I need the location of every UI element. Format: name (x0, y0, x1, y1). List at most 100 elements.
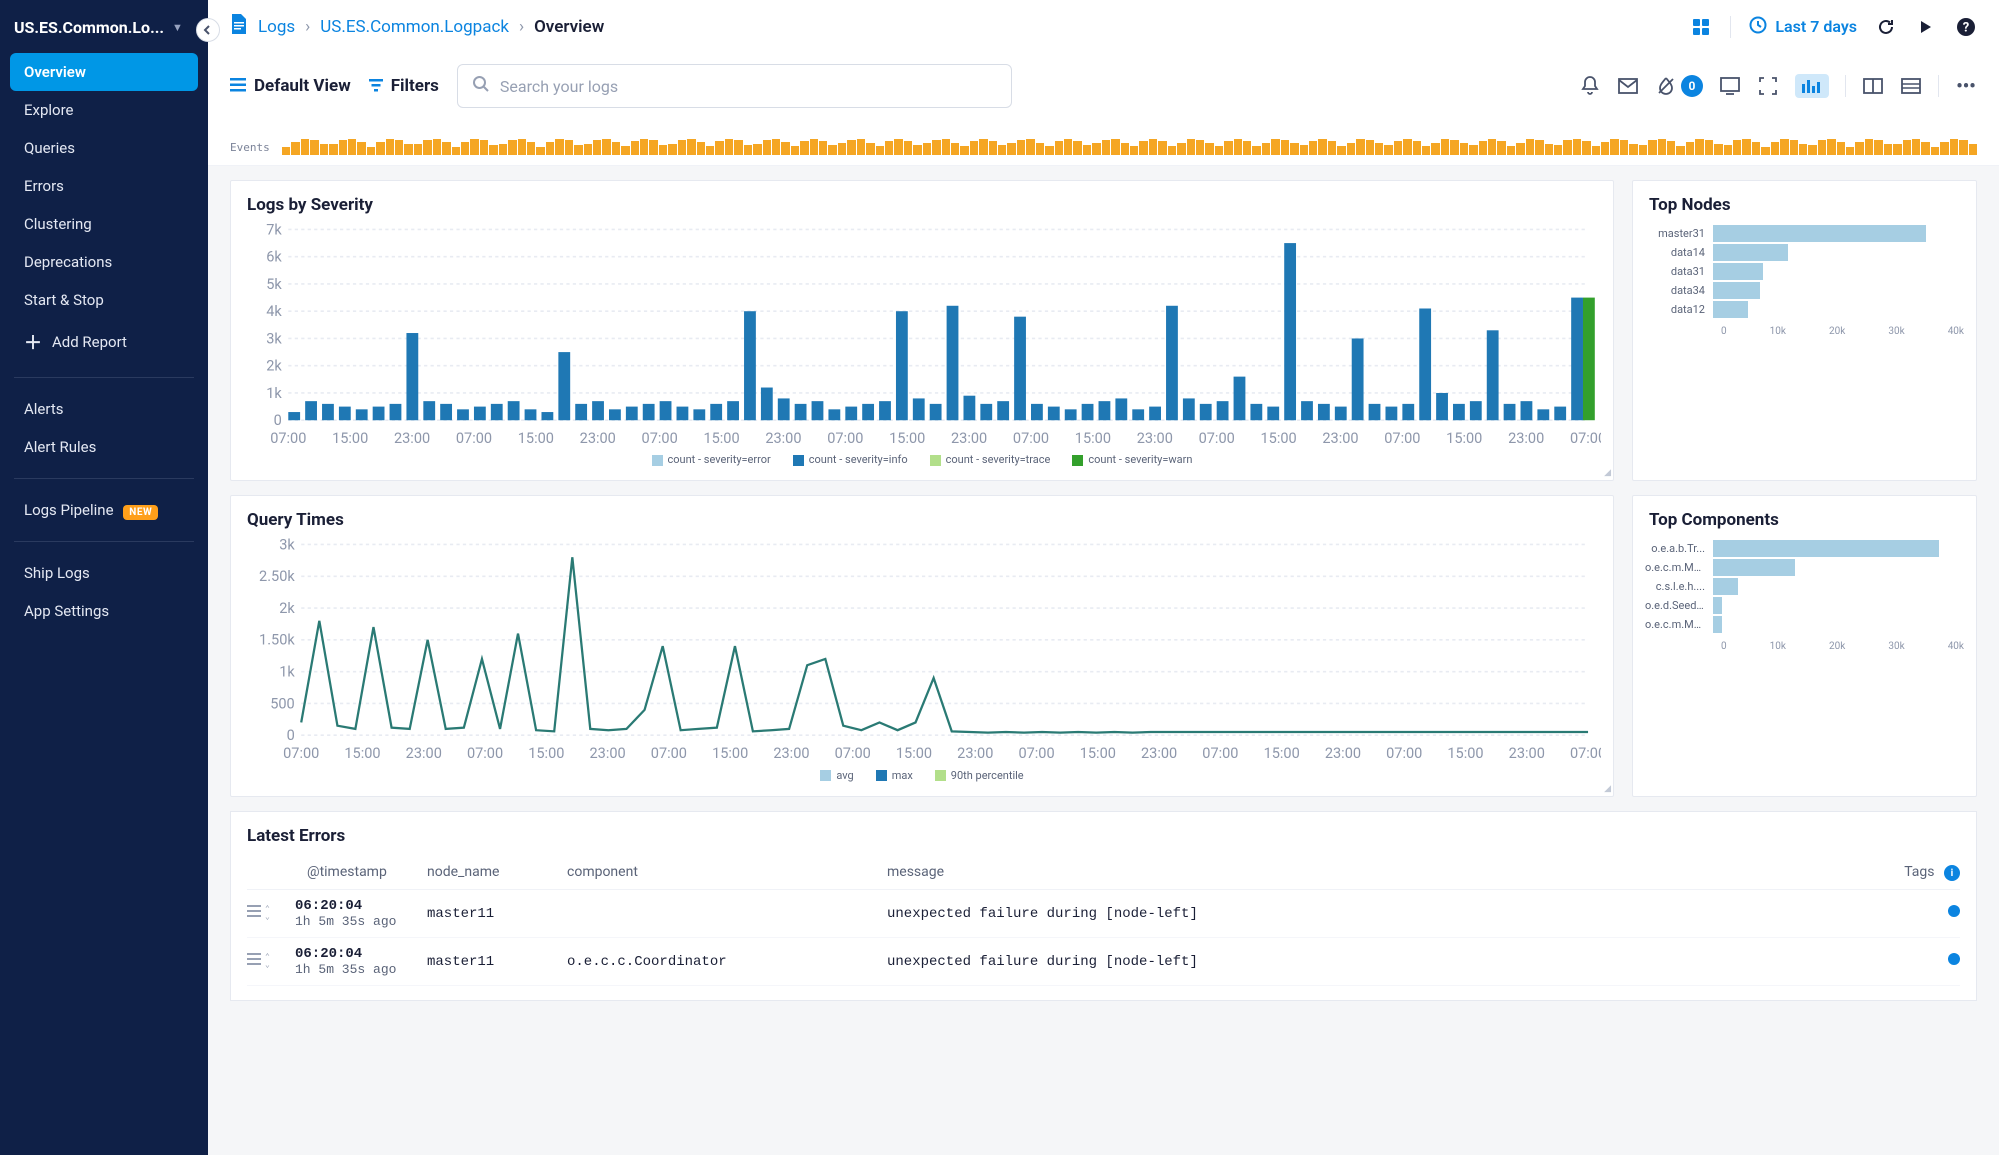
events-label: Events (230, 141, 274, 154)
hbar-bar (1713, 616, 1722, 633)
expand-icon[interactable]: ⌃⌄ (265, 954, 270, 970)
query-times-panel: Query Times 05001k1.50k2k2.50k3k07:0015:… (230, 495, 1614, 796)
svg-text:23:00: 23:00 (1509, 745, 1545, 762)
hbar-row[interactable]: o.e.a.b.Tr... (1645, 540, 1964, 557)
time-range-picker[interactable]: Last 7 days (1749, 16, 1857, 38)
split-view-icon[interactable] (1862, 75, 1884, 97)
hbar-label: data34 (1645, 284, 1713, 297)
resize-handle[interactable]: ◢ (1604, 784, 1611, 794)
hbar-row[interactable]: o.e.d.Seed... (1645, 597, 1964, 614)
sidebar-item-alerts[interactable]: Alerts (10, 390, 198, 428)
svg-text:23:00: 23:00 (590, 745, 626, 762)
sidebar-item-app-settings[interactable]: App Settings (10, 592, 198, 630)
hbar-row[interactable]: data12 (1645, 301, 1964, 318)
refresh-button[interactable] (1875, 16, 1897, 38)
svg-text:15:00: 15:00 (703, 430, 739, 447)
sidebar-item-ship-logs[interactable]: Ship Logs (10, 554, 198, 592)
tag-dot[interactable] (1948, 953, 1960, 965)
view-selector[interactable]: Default View (230, 76, 351, 96)
help-button[interactable]: ? (1955, 16, 1977, 38)
svg-text:23:00: 23:00 (773, 745, 809, 762)
hbar-bar (1713, 225, 1926, 242)
mail-icon[interactable] (1617, 75, 1639, 97)
svg-text:2.50k: 2.50k (259, 568, 295, 585)
table-row[interactable]: ⌃⌄ 06:20:04 1h 5m 35s ago master11 unexp… (247, 890, 1960, 938)
sidebar-item-errors[interactable]: Errors (10, 167, 198, 205)
svg-text:23:00: 23:00 (1508, 430, 1544, 447)
play-button[interactable] (1915, 16, 1937, 38)
hbar-row[interactable]: data14 (1645, 244, 1964, 261)
top-nodes-chart[interactable]: master31data14data31data34data12010k20k3… (1633, 217, 1976, 347)
drop-icon[interactable] (1655, 75, 1677, 97)
hbar-bar (1713, 597, 1722, 614)
info-icon[interactable]: i (1944, 865, 1960, 881)
add-report-button[interactable]: ＋ Add Report (10, 319, 198, 365)
table-row[interactable]: ⌃⌄ 06:20:04 1h 5m 35s ago master11 o.e.c… (247, 938, 1960, 986)
search-input[interactable]: Search your logs (457, 64, 1012, 108)
hbar-bar (1713, 282, 1760, 299)
resize-handle[interactable]: ◢ (1604, 468, 1611, 478)
svg-text:23:00: 23:00 (406, 745, 442, 762)
new-badge: NEW (123, 505, 158, 520)
sidebar-item-queries[interactable]: Queries (10, 129, 198, 167)
hbar-bar (1713, 540, 1939, 557)
svg-text:23:00: 23:00 (1325, 745, 1361, 762)
svg-text:1k: 1k (279, 664, 295, 681)
bell-icon[interactable] (1579, 75, 1601, 97)
svg-text:07:00: 07:00 (456, 430, 492, 447)
sidebar-item-overview[interactable]: Overview (10, 53, 198, 91)
bar-view-toggle[interactable] (1795, 74, 1829, 98)
breadcrumb-logpack[interactable]: US.ES.Common.Logpack (320, 17, 509, 37)
space-selector[interactable]: US.ES.Common.Lo... ▼ (10, 10, 198, 53)
svg-text:6k: 6k (266, 249, 282, 266)
col-node[interactable]: node_name (427, 864, 567, 882)
apps-grid-icon[interactable] (1690, 16, 1712, 38)
cell-tags (1900, 905, 1960, 922)
col-timestamp[interactable]: @timestamp (247, 864, 427, 882)
chart-legend: count - severity=errorcount - severity=i… (243, 449, 1601, 470)
fullscreen-icon[interactable] (1757, 75, 1779, 97)
col-component[interactable]: component (567, 864, 887, 882)
cell-message: unexpected failure during [node-left] (887, 906, 1900, 922)
menu-icon[interactable] (247, 953, 261, 970)
sidebar-item-alert-rules[interactable]: Alert Rules (10, 428, 198, 466)
hbar-row[interactable]: master31 (1645, 225, 1964, 242)
filters-button[interactable]: Filters (369, 76, 439, 96)
hbar-row[interactable]: data31 (1645, 263, 1964, 280)
breadcrumb-logs[interactable]: Logs (258, 17, 295, 37)
expand-icon[interactable]: ⌃⌄ (265, 906, 270, 922)
errors-table-header: @timestamp node_name component message T… (247, 856, 1960, 891)
more-menu-icon[interactable]: ••• (1955, 75, 1977, 97)
hbar-bar (1713, 263, 1763, 280)
cell-message: unexpected failure during [node-left] (887, 954, 1900, 970)
hbar-row[interactable]: o.e.c.m.Me... (1645, 559, 1964, 576)
sidebar-item-logs-pipeline[interactable]: Logs Pipeline NEW (10, 491, 198, 529)
divider (1845, 75, 1846, 97)
hbar-row[interactable]: o.e.c.m.Me... (1645, 616, 1964, 633)
menu-icon[interactable] (247, 905, 261, 922)
list-view-icon[interactable] (1900, 75, 1922, 97)
time-ago: 1h 5m 35s ago (295, 914, 427, 929)
chevron-down-icon: ▼ (172, 21, 183, 34)
sidebar-item-clustering[interactable]: Clustering (10, 205, 198, 243)
tag-dot[interactable] (1948, 905, 1960, 917)
hbar-bar (1713, 244, 1788, 261)
col-tags[interactable]: Tags i (1900, 864, 1960, 882)
sidebar-item-explore[interactable]: Explore (10, 91, 198, 129)
top-components-chart[interactable]: o.e.a.b.Tr... o.e.c.m.Me... c.s.l.e.h.... o… (1633, 532, 1976, 662)
sidebar-collapse-button[interactable] (196, 18, 220, 42)
hbar-row[interactable]: data34 (1645, 282, 1964, 299)
screen-icon[interactable] (1719, 75, 1741, 97)
svg-text:07:00: 07:00 (1018, 745, 1054, 762)
query-times-chart[interactable]: 05001k1.50k2k2.50k3k07:0015:0023:0007:00… (243, 538, 1601, 764)
svg-text:07:00: 07:00 (1199, 430, 1235, 447)
chart-legend: avgmax90th percentile (243, 765, 1601, 786)
events-histogram[interactable] (282, 139, 1977, 155)
time-ago: 1h 5m 35s ago (295, 962, 427, 977)
svg-text:3k: 3k (279, 538, 295, 553)
sidebar-item-start-stop[interactable]: Start & Stop (10, 281, 198, 319)
sidebar-item-deprecations[interactable]: Deprecations (10, 243, 198, 281)
logs-by-severity-chart[interactable]: 01k2k3k4k5k6k7k07:0015:0023:0007:0015:00… (243, 223, 1601, 449)
hbar-row[interactable]: c.s.l.e.h.... (1645, 578, 1964, 595)
col-message[interactable]: message (887, 864, 1900, 882)
